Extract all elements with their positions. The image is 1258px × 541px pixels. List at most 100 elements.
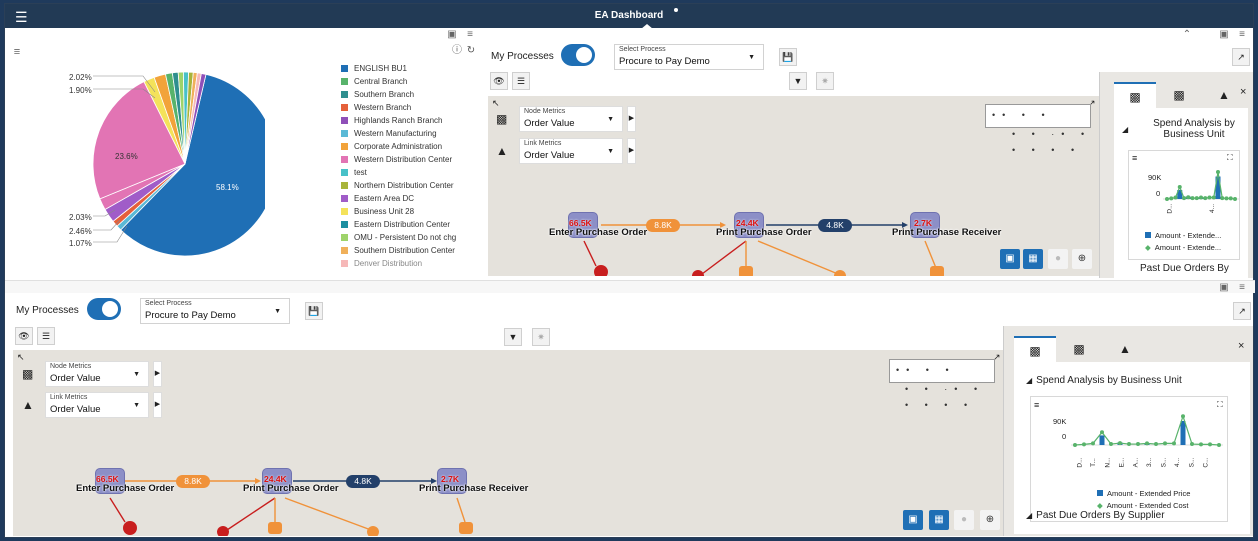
line-point[interactable] (1169, 196, 1174, 201)
info-icon[interactable]: ● (1048, 249, 1068, 269)
line-point[interactable] (1091, 441, 1095, 446)
line-point[interactable] (1100, 430, 1104, 435)
line-point[interactable] (1163, 441, 1167, 446)
eye-icon[interactable]: 👁 (15, 327, 33, 345)
legend-item[interactable]: Western Distribution Center (341, 155, 456, 168)
line-point[interactable] (1177, 185, 1182, 189)
network-icon[interactable]: ✷ (816, 72, 834, 90)
legend-item[interactable]: OMU - Persistent Do not chg (341, 233, 456, 246)
eye-icon[interactable]: 👁 (490, 72, 508, 90)
menu-icon[interactable]: ≡ (11, 47, 23, 58)
line-point[interactable] (1216, 170, 1220, 174)
line-point[interactable] (1199, 442, 1203, 447)
line-point[interactable] (1233, 197, 1237, 201)
info-icon[interactable]: ⓘ (451, 46, 463, 56)
legend-item[interactable]: Western Branch (341, 103, 456, 116)
expand-icon[interactable]: ▣ (1218, 30, 1230, 40)
my-processes-toggle[interactable] (561, 44, 595, 66)
refresh-icon[interactable]: ↻ (465, 46, 477, 56)
line-point[interactable] (1211, 195, 1216, 200)
line-point[interactable] (1190, 442, 1194, 447)
legend-item[interactable]: Eastern Distribution Center (341, 220, 456, 233)
line-point[interactable] (1073, 443, 1077, 447)
line-point[interactable] (1082, 442, 1086, 447)
legend-item[interactable]: Eastern Area DC (341, 194, 456, 207)
line-point[interactable] (1173, 195, 1178, 200)
line-point[interactable] (1207, 195, 1212, 200)
filter-icon[interactable]: ▼ (789, 72, 807, 90)
legend-item[interactable]: Southern Branch (341, 90, 456, 103)
save-icon[interactable]: 💾 (305, 302, 323, 320)
select-process-dropdown[interactable]: Select Process Procure to Pay Demo ▼ (140, 298, 290, 324)
menu-icon[interactable]: ≡ (1132, 153, 1137, 163)
process-canvas-bottom[interactable]: ↖ ↗ ▩ Node Metrics Order Value ▼ ▶ ▲ Lin… (13, 350, 1003, 536)
line-point[interactable] (1181, 414, 1185, 419)
menu-icon[interactable]: ≡ (1034, 400, 1039, 410)
info-icon[interactable]: ● (954, 510, 974, 530)
line-point[interactable] (1224, 196, 1229, 201)
tab-node-icon[interactable]: ▩ (1058, 336, 1100, 362)
line-point[interactable] (1228, 196, 1233, 201)
my-processes-toggle[interactable] (87, 298, 121, 320)
process-canvas-top[interactable]: ↖ ↗ ▩ Node Metrics Order Value ▼ ▶ ▲ Lin… (488, 96, 1099, 276)
collapse-triangle-icon[interactable]: ◢ (1026, 511, 1032, 520)
line-point[interactable] (1109, 442, 1113, 447)
list-settings-icon[interactable]: ≡ (464, 30, 476, 40)
select-process-dropdown[interactable]: Select Process Procure to Pay Demo ▼ (614, 44, 764, 70)
save-icon[interactable]: 💾 (779, 48, 797, 66)
tab-node-icon[interactable]: ▩ (1158, 82, 1200, 108)
expand-icon[interactable]: ▣ (1218, 283, 1230, 293)
legend-item[interactable]: Denver Distribution (341, 259, 456, 272)
line-point[interactable] (1172, 441, 1176, 446)
line-point[interactable] (1186, 195, 1191, 200)
line-point[interactable] (1136, 442, 1140, 447)
collapse-triangle-icon[interactable]: ◢ (1026, 376, 1032, 385)
line-point[interactable] (1217, 443, 1221, 447)
line-point[interactable] (1145, 441, 1149, 446)
network-icon[interactable]: ✷ (532, 328, 550, 346)
list-settings-icon[interactable]: ≡ (1236, 283, 1248, 293)
legend-item[interactable]: Highlands Ranch Branch (341, 116, 456, 129)
line-point[interactable] (1194, 196, 1199, 201)
line-point[interactable] (1190, 196, 1195, 201)
legend-item[interactable]: Corporate Administration (341, 142, 456, 155)
collapse-up-icon[interactable]: ⌃ (1181, 30, 1193, 40)
tab-process-icon[interactable]: ▩ (1114, 82, 1156, 108)
bar-mark[interactable] (1180, 421, 1186, 445)
line-point[interactable] (1127, 442, 1131, 447)
grid-icon[interactable]: ▦ (929, 510, 949, 530)
layers-icon[interactable]: ☰ (37, 327, 55, 345)
expand-icon[interactable]: ▣ (446, 30, 458, 40)
line-point[interactable] (1118, 441, 1122, 446)
fit-icon[interactable]: ▣ (903, 510, 923, 530)
crosshair-icon[interactable]: ⊕ (1072, 249, 1092, 269)
grid-icon[interactable]: ▦ (1023, 249, 1043, 269)
share-icon[interactable]: ↗ (1233, 302, 1251, 320)
legend-item[interactable]: Southern Distribution Center (341, 246, 456, 259)
legend-item[interactable]: Business Unit 28 (341, 207, 456, 220)
close-icon[interactable]: × (1240, 86, 1246, 98)
share-icon[interactable]: ↗ (1232, 48, 1250, 66)
filter-icon[interactable]: ▼ (504, 328, 522, 346)
fit-icon[interactable]: ▣ (1000, 249, 1020, 269)
legend-item[interactable]: test (341, 168, 456, 181)
list-settings-icon[interactable]: ≡ (1236, 30, 1248, 40)
legend-item[interactable]: Northern Distribution Center (341, 181, 456, 194)
line-point[interactable] (1165, 197, 1169, 201)
tab-process-icon[interactable]: ▩ (1014, 336, 1056, 362)
close-icon[interactable]: × (1238, 340, 1244, 352)
crosshair-icon[interactable]: ⊕ (980, 510, 1000, 530)
line-point[interactable] (1199, 195, 1203, 200)
bar-mark[interactable] (1099, 435, 1105, 445)
line-point[interactable] (1182, 196, 1186, 201)
line-point[interactable] (1220, 196, 1225, 201)
tab-link-icon[interactable]: ▲ (1104, 336, 1146, 362)
legend-item[interactable]: ENGLISH BU1 (341, 64, 456, 77)
fullscreen-icon[interactable]: ⛶ (1227, 153, 1233, 163)
tab-link-icon[interactable]: ▲ (1203, 82, 1245, 108)
layers-icon[interactable]: ☰ (512, 72, 530, 90)
legend-item[interactable]: Western Manufacturing (341, 129, 456, 142)
line-point[interactable] (1154, 442, 1158, 447)
legend-item[interactable]: Central Branch (341, 77, 456, 90)
collapse-triangle-icon[interactable]: ◢ (1122, 125, 1128, 134)
